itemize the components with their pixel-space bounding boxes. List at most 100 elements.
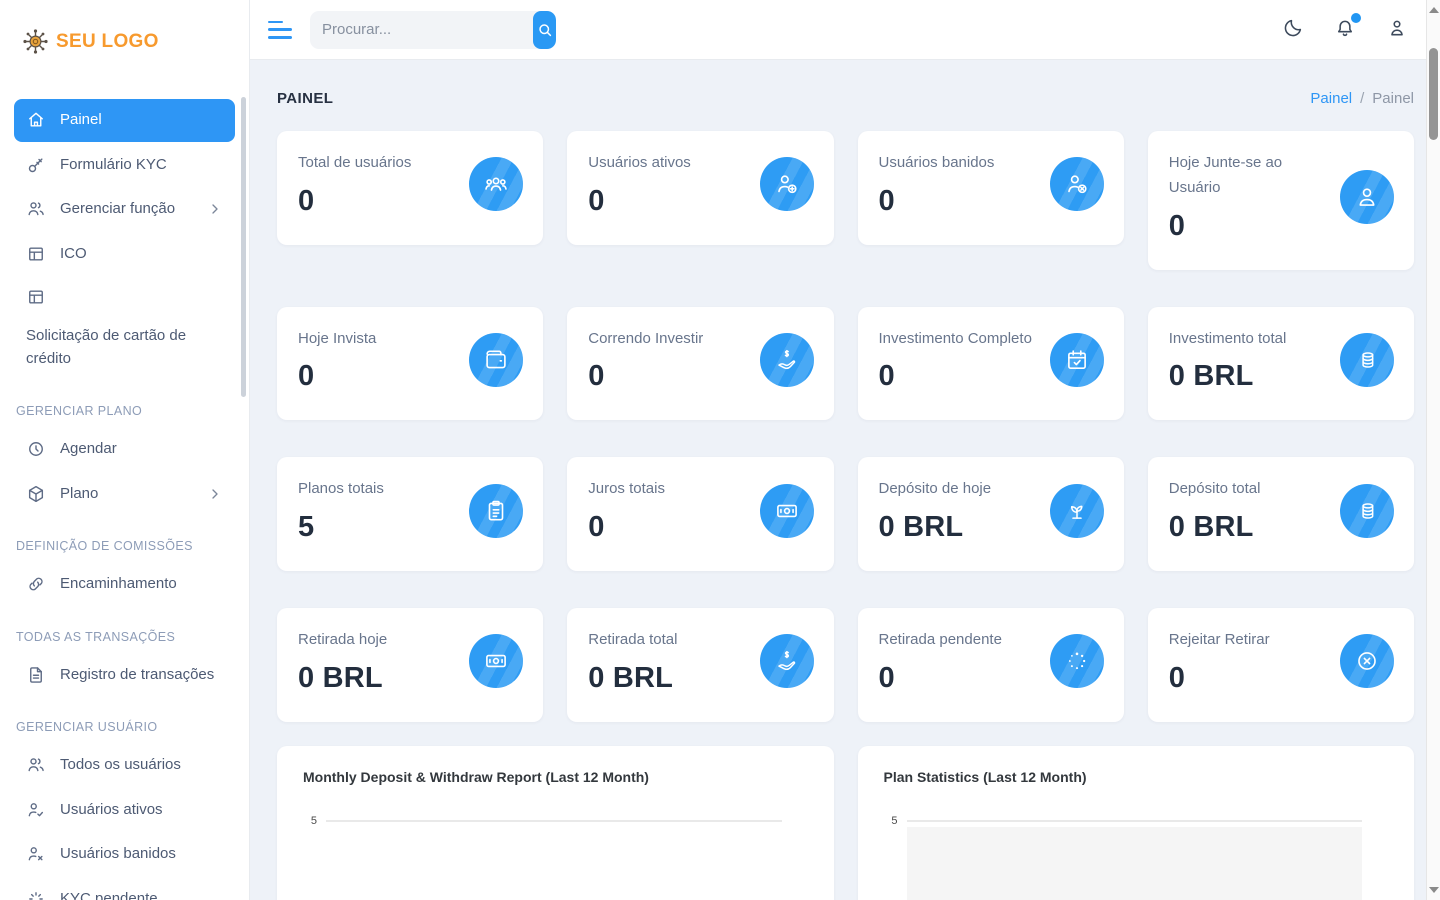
layout-icon [26,244,46,264]
stat-value: 0 [588,511,749,544]
profile-button[interactable] [1384,17,1410,43]
stat-title: Depósito total [1169,477,1330,502]
stat-card-usuarios-ativos: Usuários ativos0 [567,131,833,245]
stat-card-retirada-pendente: Retirada pendente 0 [858,608,1124,722]
coins-icon [1354,498,1380,524]
moon-icon [1282,17,1304,39]
hand-dollar-icon [774,347,800,373]
sidebar-section-gerenciar-plano: GERENCIAR PLANO [16,404,233,418]
layout-icon [26,287,46,307]
stat-card-investimento-completo: Investimento Completo0 [858,307,1124,421]
key-icon [26,155,46,175]
stat-icon-circle [1050,634,1104,688]
user-icon [1386,17,1408,39]
dark-mode-button[interactable] [1280,17,1306,43]
sidebar-item-registro-de-transacoes[interactable]: Registro de transações [14,654,235,697]
chart-plot-area: 5 [303,815,808,827]
breadcrumb-link[interactable]: Painel [1310,90,1352,107]
sidebar-item-painel[interactable]: Painel [14,99,235,142]
stat-title: Usuários banidos [879,151,1040,176]
stat-icon-circle [760,157,814,211]
notifications-button[interactable] [1332,17,1358,43]
stat-card-hoje-junte-se-ao-usuario: Hoje Junte-se ao Usuário0 [1148,131,1414,270]
gridline [907,820,1363,822]
stat-icon-circle [1340,333,1394,387]
search-button[interactable] [533,11,556,49]
window-scrollbar[interactable] [1426,0,1440,900]
stat-value: 0 [1169,662,1330,695]
sidebar: SEU LOGO PainelFormulário KYCGerenciar f… [0,0,250,900]
stat-icon-circle [469,484,523,538]
stat-title: Investimento Completo [879,327,1040,352]
sidebar-item-usuarios-ativos[interactable]: Usuários ativos [14,789,235,832]
stat-icon-circle [469,333,523,387]
stat-title: Hoje Junte-se ao Usuário [1169,151,1330,201]
clock-icon [26,439,46,459]
stat-card-usuarios-banidos: Usuários banidos0 [858,131,1124,245]
sidebar-item-label: Usuários ativos [60,799,223,822]
chevron-right-icon [207,486,223,502]
sidebar-item-ico[interactable]: ICO [14,233,235,276]
stat-value: 0 [588,185,749,218]
stat-value: 0 BRL [879,511,1040,544]
wallet-icon [483,347,509,373]
users-icon [26,755,46,775]
stat-title: Investimento total [1169,327,1330,352]
stat-icon-circle [1050,157,1104,211]
search-input[interactable] [310,21,533,38]
stat-card-retirada-hoje: Retirada hoje0 BRL [277,608,543,722]
app-window: SEU LOGO PainelFormulário KYCGerenciar f… [0,0,1440,900]
sidebar-item-plano[interactable]: Plano [14,473,235,516]
sidebar-item-agendar[interactable]: Agendar [14,428,235,471]
sidebar-item-encaminhamento[interactable]: Encaminhamento [14,563,235,606]
home-icon [26,110,46,130]
y-axis-tick: 5 [303,815,317,827]
charts-grid: Monthly Deposit & Withdraw Report (Last … [277,746,1414,900]
link-icon [26,574,46,594]
breadcrumb-current: Painel [1372,90,1414,107]
calendar-check-icon [1064,347,1090,373]
stat-card-juros-totais: Juros totais0 [567,457,833,571]
stat-title: Retirada total [588,628,749,653]
chart-card-plan-statistics-last-12-month: Plan Statistics (Last 12 Month) 5 [858,746,1415,900]
sidebar-nav: PainelFormulário KYCGerenciar funçãoICOS… [14,99,235,900]
stat-value: 0 BRL [588,662,749,695]
y-axis-tick: 5 [884,815,898,827]
sidebar-item-solicitacao-de-cartao-de-credito[interactable]: Solicitação de cartão de crédito [14,277,235,380]
sidebar-item-formulario-kyc[interactable]: Formulário KYC [14,144,235,187]
sidebar-item-todos-os-usuarios[interactable]: Todos os usuários [14,744,235,787]
stat-value: 0 BRL [298,662,459,695]
sidebar-item-usuarios-banidos[interactable]: Usuários banidos [14,833,235,876]
stat-title: Depósito de hoje [879,477,1040,502]
sidebar-item-kyc-pendente[interactable]: KYC pendente [14,878,235,900]
stat-info: Juros totais0 [588,477,749,544]
hand-dollar-icon [774,648,800,674]
sidebar-item-label: Usuários banidos [60,843,223,866]
scroll-down-arrow-icon[interactable] [1429,887,1439,893]
chart-title: Monthly Deposit & Withdraw Report (Last … [303,769,808,785]
file-text-icon [26,665,46,685]
stat-title: Planos totais [298,477,459,502]
sidebar-item-gerenciar-funcao[interactable]: Gerenciar função [14,188,235,231]
sidebar-item-label: Agendar [60,438,223,461]
stat-card-retirada-total: Retirada total 0 BRL [567,608,833,722]
brand[interactable]: SEU LOGO [14,0,235,65]
brand-logo-icon [22,28,49,55]
chart-card-monthly-deposit-withdraw-report-last-12-month: Monthly Deposit & Withdraw Report (Last … [277,746,834,900]
stat-info: Depósito de hoje 0 BRL [879,477,1040,544]
scrollbar-thumb[interactable] [1429,48,1438,140]
sidebar-scrollbar-thumb[interactable] [241,97,246,397]
scroll-up-arrow-icon[interactable] [1429,7,1439,13]
stat-info: Retirada pendente 0 [879,628,1040,695]
sidebar-item-label: Todos os usuários [60,754,223,777]
stat-icon-circle [760,333,814,387]
menu-toggle-icon[interactable] [268,21,292,39]
stat-card-hoje-invista: Hoje Invista0 [277,307,543,421]
chart-title: Plan Statistics (Last 12 Month) [884,769,1389,785]
stat-icon-circle [760,484,814,538]
stat-title: Retirada pendente [879,628,1040,653]
user-x-badge-icon [1064,171,1090,197]
stat-value: 0 [879,662,1040,695]
stat-icon-circle [760,634,814,688]
stat-info: Planos totais5 [298,477,459,544]
